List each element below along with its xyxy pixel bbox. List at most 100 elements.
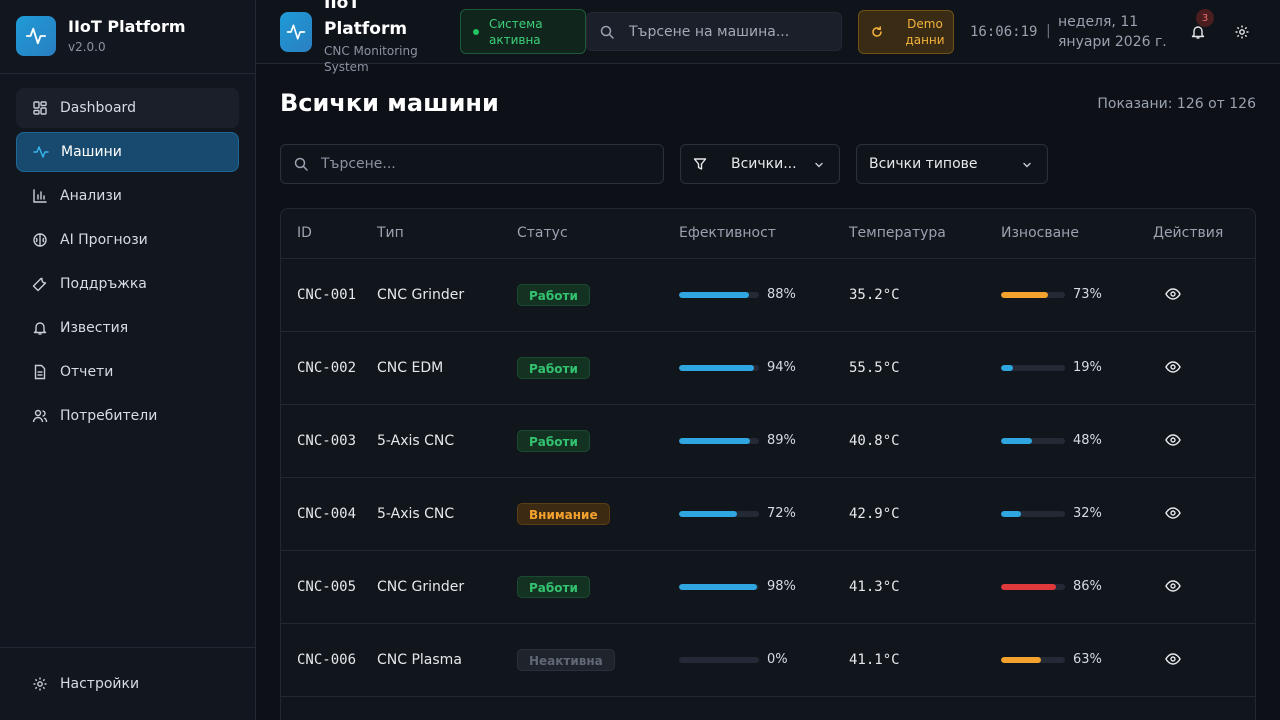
- wrench-icon: [32, 277, 47, 292]
- time-date-separator: |: [1046, 23, 1051, 39]
- efficiency-value: 88%: [767, 287, 796, 302]
- efficiency-bar-wrap: 89%: [679, 433, 849, 448]
- sidebar-item-reports[interactable]: Отчети: [16, 352, 239, 392]
- wear-cell: 19%: [1001, 331, 1153, 405]
- column-header-id[interactable]: ID: [281, 209, 377, 259]
- demo-data-button[interactable]: Demo данни: [858, 10, 954, 54]
- sidebar-item-dashboard[interactable]: Dashboard: [16, 88, 239, 128]
- table-row[interactable]: CNC-005 CNC Grinder Работи 98% 41.3°C 86%: [281, 550, 1255, 624]
- table-row[interactable]: CNC-004 5-Axis CNC Внимание 72% 42.9°C 32%: [281, 477, 1255, 551]
- machine-search-input[interactable]: [629, 23, 829, 40]
- wear-value: 32%: [1073, 506, 1102, 521]
- view-eye-icon[interactable]: [1163, 357, 1183, 377]
- wear-cell: 86%: [1001, 550, 1153, 624]
- efficiency-bar: [679, 510, 759, 517]
- wear-value: 86%: [1073, 579, 1102, 594]
- efficiency-bar: [679, 437, 759, 444]
- wear-bar-wrap: 63%: [1001, 652, 1153, 667]
- activity-icon: [33, 146, 49, 158]
- sidebar-nav: Dashboard Машини Анализи AI Прогнози Под…: [16, 88, 239, 440]
- table-search-input[interactable]: [321, 156, 641, 172]
- efficiency-bar-fill: [679, 291, 750, 298]
- wear-bar: [1001, 510, 1065, 517]
- efficiency-bar: [679, 364, 759, 371]
- wear-cell: 48%: [1001, 404, 1153, 478]
- wear-bar-fill: [1001, 510, 1022, 517]
- sidebar-brand: IIoT Platform v2.0.0: [0, 0, 256, 74]
- system-status-text: Система активна: [489, 16, 543, 47]
- results-count: Показани: 126 от 126: [1097, 96, 1256, 112]
- temperature-value: 35.2°C: [849, 258, 1001, 332]
- bar-chart-icon: [33, 189, 47, 203]
- view-eye-icon[interactable]: [1163, 503, 1183, 523]
- efficiency-bar-wrap: 88%: [679, 287, 849, 302]
- app: IIoT Platform v2.0.0 Dashboard Машини Ан…: [0, 0, 1280, 720]
- sidebar-item-label: Анализи: [60, 188, 122, 204]
- view-eye-icon[interactable]: [1163, 430, 1183, 450]
- efficiency-bar: [679, 291, 759, 298]
- current-date: неделя, 11 януари 2026 г.: [1058, 14, 1167, 50]
- sidebar: IIoT Platform v2.0.0 Dashboard Машини Ан…: [0, 0, 256, 720]
- notifications-count-badge: 3: [1196, 9, 1214, 27]
- type-filter-value: Всички типове: [869, 156, 978, 172]
- sidebar-app-title: IIoT Platform: [68, 17, 186, 36]
- page-title: Всички машини: [280, 89, 499, 117]
- efficiency-cell: 89%: [679, 404, 849, 478]
- header-settings-gear-icon[interactable]: [1232, 22, 1252, 42]
- table-row[interactable]: CNC-003 5-Axis CNC Работи 89% 40.8°C 48%: [281, 404, 1255, 478]
- status-badge: Неактивна: [517, 648, 615, 671]
- sidebar-item-label: AI Прогнози: [60, 232, 148, 248]
- temperature-value: 41.1°C: [849, 623, 1001, 697]
- column-header-efficiency[interactable]: Ефективност: [679, 209, 849, 259]
- brain-icon: [33, 233, 47, 247]
- column-header-temperature[interactable]: Температура: [849, 209, 1001, 259]
- wear-bar-wrap: 32%: [1001, 506, 1153, 521]
- machine-type: CNC Plasma: [377, 623, 517, 697]
- sidebar-item-maintenance[interactable]: Поддръжка: [16, 264, 239, 304]
- machines-table: ID Тип Статус Ефективност Температура Из…: [281, 209, 1255, 697]
- wear-bar: [1001, 437, 1065, 444]
- wear-value: 48%: [1073, 433, 1102, 448]
- filter-icon: [693, 158, 707, 170]
- actions-cell: [1153, 404, 1255, 478]
- table-search-box: [280, 144, 664, 184]
- sidebar-item-notifications[interactable]: Известия: [16, 308, 239, 348]
- column-header-status[interactable]: Статус: [517, 209, 679, 259]
- view-eye-icon[interactable]: [1163, 649, 1183, 669]
- table-row[interactable]: CNC-001 CNC Grinder Работи 88% 35.2°C 73%: [281, 258, 1255, 332]
- status-badge: Работи: [517, 575, 590, 598]
- table-row[interactable]: CNC-002 CNC EDM Работи 94% 55.5°C 19%: [281, 331, 1255, 405]
- table-row[interactable]: CNC-006 CNC Plasma Неактивна 0% 41.1°C 63%: [281, 623, 1255, 697]
- machine-id: CNC-002: [281, 331, 377, 405]
- machine-id: CNC-004: [281, 477, 377, 551]
- wear-bar-wrap: 73%: [1001, 287, 1153, 302]
- sidebar-item-analytics[interactable]: Анализи: [16, 176, 239, 216]
- actions-cell: [1153, 258, 1255, 332]
- sidebar-footer: Настройки: [0, 647, 256, 720]
- status-filter-select[interactable]: Всички...: [680, 144, 840, 184]
- wear-bar-wrap: 48%: [1001, 433, 1153, 448]
- view-eye-icon[interactable]: [1163, 284, 1183, 304]
- column-header-wear[interactable]: Износване: [1001, 209, 1153, 259]
- sidebar-item-settings[interactable]: Настройки: [16, 664, 239, 704]
- sidebar-item-machines[interactable]: Машини: [16, 132, 239, 172]
- wear-bar: [1001, 656, 1065, 663]
- sidebar-item-users[interactable]: Потребители: [16, 396, 239, 436]
- activity-logo-icon: [16, 16, 56, 56]
- machine-type: 5-Axis CNC: [377, 477, 517, 551]
- temperature-value: 40.8°C: [849, 404, 1001, 478]
- activity-logo-icon: [280, 12, 312, 52]
- wear-bar: [1001, 364, 1065, 371]
- status-cell: Работи: [517, 404, 679, 478]
- sidebar-item-ai-forecasts[interactable]: AI Прогнози: [16, 220, 239, 260]
- actions-cell: [1153, 623, 1255, 697]
- view-eye-icon[interactable]: [1163, 576, 1183, 596]
- efficiency-value: 98%: [767, 579, 796, 594]
- efficiency-value: 89%: [767, 433, 796, 448]
- temperature-value: 42.9°C: [849, 477, 1001, 551]
- wear-cell: 73%: [1001, 258, 1153, 332]
- column-header-type[interactable]: Тип: [377, 209, 517, 259]
- status-cell: Работи: [517, 550, 679, 624]
- efficiency-value: 94%: [767, 360, 796, 375]
- type-filter-select[interactable]: Всички типове: [856, 144, 1048, 184]
